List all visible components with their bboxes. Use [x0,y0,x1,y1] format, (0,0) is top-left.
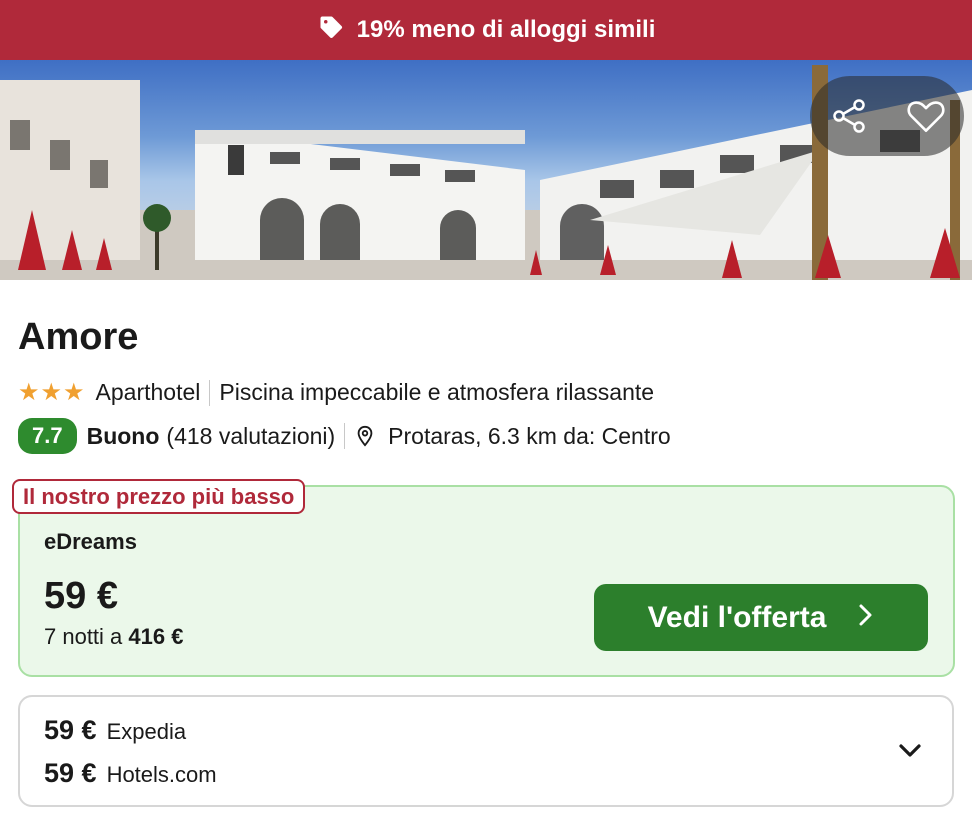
chevron-down-icon[interactable] [897,740,923,762]
lowest-price-badge: Il nostro prezzo più basso [12,479,306,514]
other-offer-price: 59 € [44,758,97,788]
view-offer-label: Vedi l'offerta [647,600,827,634]
hotel-rating-row: 7.7 Buono (418 valutazioni) Protaras, 6.… [18,418,671,454]
nights-total-price: 416 € [128,624,184,649]
share-icon[interactable] [821,88,877,144]
divider [344,423,346,449]
promo-text: 19% meno di alloggi simili [356,16,656,43]
hotel-photo[interactable] [0,60,972,280]
hotel-type: Aparthotel [95,379,201,405]
nights-total: 7 notti a 416 € [44,624,183,650]
promo-banner: 19% meno di alloggi simili [0,0,972,60]
view-offer-button[interactable]: Vedi l'offerta [594,584,928,651]
heart-icon[interactable] [898,88,954,144]
divider [209,379,211,406]
photo-actions [810,76,964,156]
score-badge: 7.7 [18,418,77,454]
offer-provider: eDreams [44,529,137,554]
chevron-right-icon [858,601,874,635]
tag-icon [317,13,345,48]
other-offer-row[interactable]: 59 € Hotels.com [44,758,217,789]
other-offer-row[interactable]: 59 € Expedia [44,715,186,746]
other-offer-provider: Expedia [106,719,187,744]
star-rating-icon: ★★★ [18,379,86,406]
map-pin-icon [354,423,376,449]
hotel-name: Amore [18,316,139,358]
other-offer-price: 59 € [44,715,97,745]
other-offers-card[interactable] [18,695,954,807]
hotel-category-row: ★★★ Aparthotel Piscina impeccabile e atm… [18,378,654,407]
hotel-highlight: Piscina impeccabile e atmosfera rilassan… [219,379,655,405]
hotel-location[interactable]: Protaras, 6.3 km da: Centro [388,423,671,450]
rating-word: Buono [86,422,160,449]
nights-prefix: 7 notti a [44,624,123,649]
offer-price: 59 € [44,575,118,617]
review-count[interactable]: (418 valutazioni) [166,423,335,450]
other-offer-provider: Hotels.com [106,762,217,787]
